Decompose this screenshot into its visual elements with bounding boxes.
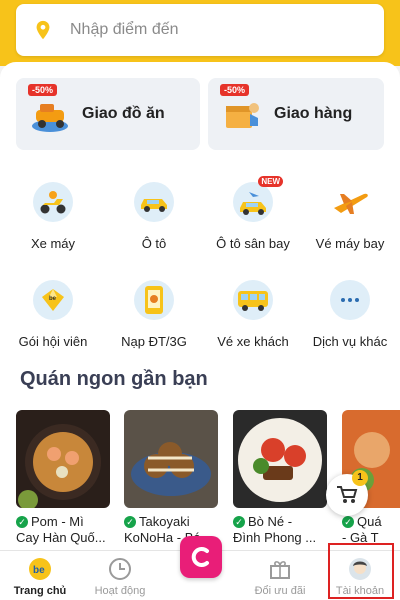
center-c-icon <box>191 547 209 567</box>
restaurant-card[interactable]: ✓ Takoyaki KoNoHa - Bá... <box>124 410 218 546</box>
cart-icon <box>337 486 358 503</box>
new-badge: NEW <box>258 176 283 187</box>
topup-icon <box>134 280 174 320</box>
parcel-delivery-icon: -50% <box>220 84 264 136</box>
home-content: -50% Giao đồ ăn -50% Giao hàng Xe máy Ô … <box>0 62 400 550</box>
service-more[interactable]: Dịch vụ khác <box>300 280 400 360</box>
cart-button[interactable]: 1 <box>326 470 368 516</box>
bus-icon <box>233 280 273 320</box>
service-label: Dịch vụ khác <box>312 334 388 349</box>
airport-car-icon: NEW <box>233 176 283 222</box>
car-icon <box>134 182 174 222</box>
discount-badge: -50% <box>220 84 250 96</box>
verified-check-icon: ✓ <box>233 516 245 528</box>
nav-label: Hoạt động <box>94 585 146 597</box>
restaurant-card[interactable]: ✓ Bò Né - Đình Phong ... <box>233 410 327 546</box>
nav-activity[interactable]: Hoạt động <box>80 551 160 600</box>
service-label: Nạp ĐT/3G <box>121 334 187 349</box>
nav-label: Đổi ưu đãi <box>254 585 306 597</box>
gift-icon <box>270 561 290 579</box>
restaurant-name: ✓ Bò Né - Đình Phong ... <box>233 514 317 545</box>
restaurant-card[interactable]: ✓ Pom - Mì Cay Hàn Quố... <box>16 410 110 546</box>
food-delivery-button[interactable]: -50% Giao đồ ăn <box>16 78 200 150</box>
be-home-icon: be <box>29 558 51 580</box>
restaurant-photo <box>16 410 110 508</box>
verified-check-icon: ✓ <box>342 516 354 528</box>
clock-icon <box>109 558 131 580</box>
service-label: Vé xe khách <box>217 334 289 349</box>
service-bus[interactable]: Vé xe khách <box>203 280 303 360</box>
verified-check-icon: ✓ <box>16 516 28 528</box>
svg-text:be: be <box>33 565 45 576</box>
service-motorbike[interactable]: Xe máy <box>3 182 103 262</box>
center-action-button[interactable] <box>180 536 222 578</box>
verified-check-icon: ✓ <box>124 516 136 528</box>
food-delivery-label: Giao đồ ăn <box>82 105 165 122</box>
food-delivery-icon: -50% <box>28 84 72 136</box>
restaurant-photo <box>124 410 218 508</box>
nav-home[interactable]: be Trang chủ <box>0 551 80 600</box>
service-car[interactable]: Ô tô <box>104 182 204 262</box>
airplane-icon <box>330 182 370 222</box>
service-label: Xe máy <box>30 236 76 251</box>
parcel-delivery-label: Giao hàng <box>274 105 353 122</box>
service-topup[interactable]: Nạp ĐT/3G <box>104 280 204 360</box>
restaurant-name: ✓ Pom - Mì Cay Hàn Quố... <box>16 514 106 545</box>
svg-text:be: be <box>49 296 57 302</box>
parcel-delivery-button[interactable]: -50% Giao hàng <box>208 78 384 150</box>
search-bar[interactable]: Nhập điểm đến <box>16 4 384 56</box>
service-flight[interactable]: Vé máy bay <box>300 182 400 262</box>
service-airport-car[interactable]: NEW Ô tô sân bay <box>203 176 303 262</box>
service-label: Vé máy bay <box>315 236 385 251</box>
service-membership[interactable]: be Gói hội viên <box>3 280 103 360</box>
nav-rewards[interactable]: Đổi ưu đãi <box>240 551 320 600</box>
restaurant-name: ✓ Quá - Gà T <box>342 514 382 545</box>
location-pin-icon <box>36 20 50 40</box>
nearby-section-title: Quán ngon gần bạn <box>20 368 208 390</box>
search-placeholder: Nhập điểm đến <box>70 21 179 38</box>
restaurant-photo <box>233 410 327 508</box>
service-label: Gói hội viên <box>18 334 88 349</box>
discount-badge: -50% <box>28 84 58 96</box>
membership-icon: be <box>33 280 73 320</box>
account-highlight-box <box>328 543 394 599</box>
more-icon <box>330 280 370 320</box>
service-label: Ô tô sân bay <box>216 236 290 251</box>
nav-label: Trang chủ <box>13 585 67 597</box>
motorbike-icon <box>33 182 73 222</box>
service-label: Ô tô <box>141 236 167 251</box>
cart-count-badge: 1 <box>352 470 368 486</box>
